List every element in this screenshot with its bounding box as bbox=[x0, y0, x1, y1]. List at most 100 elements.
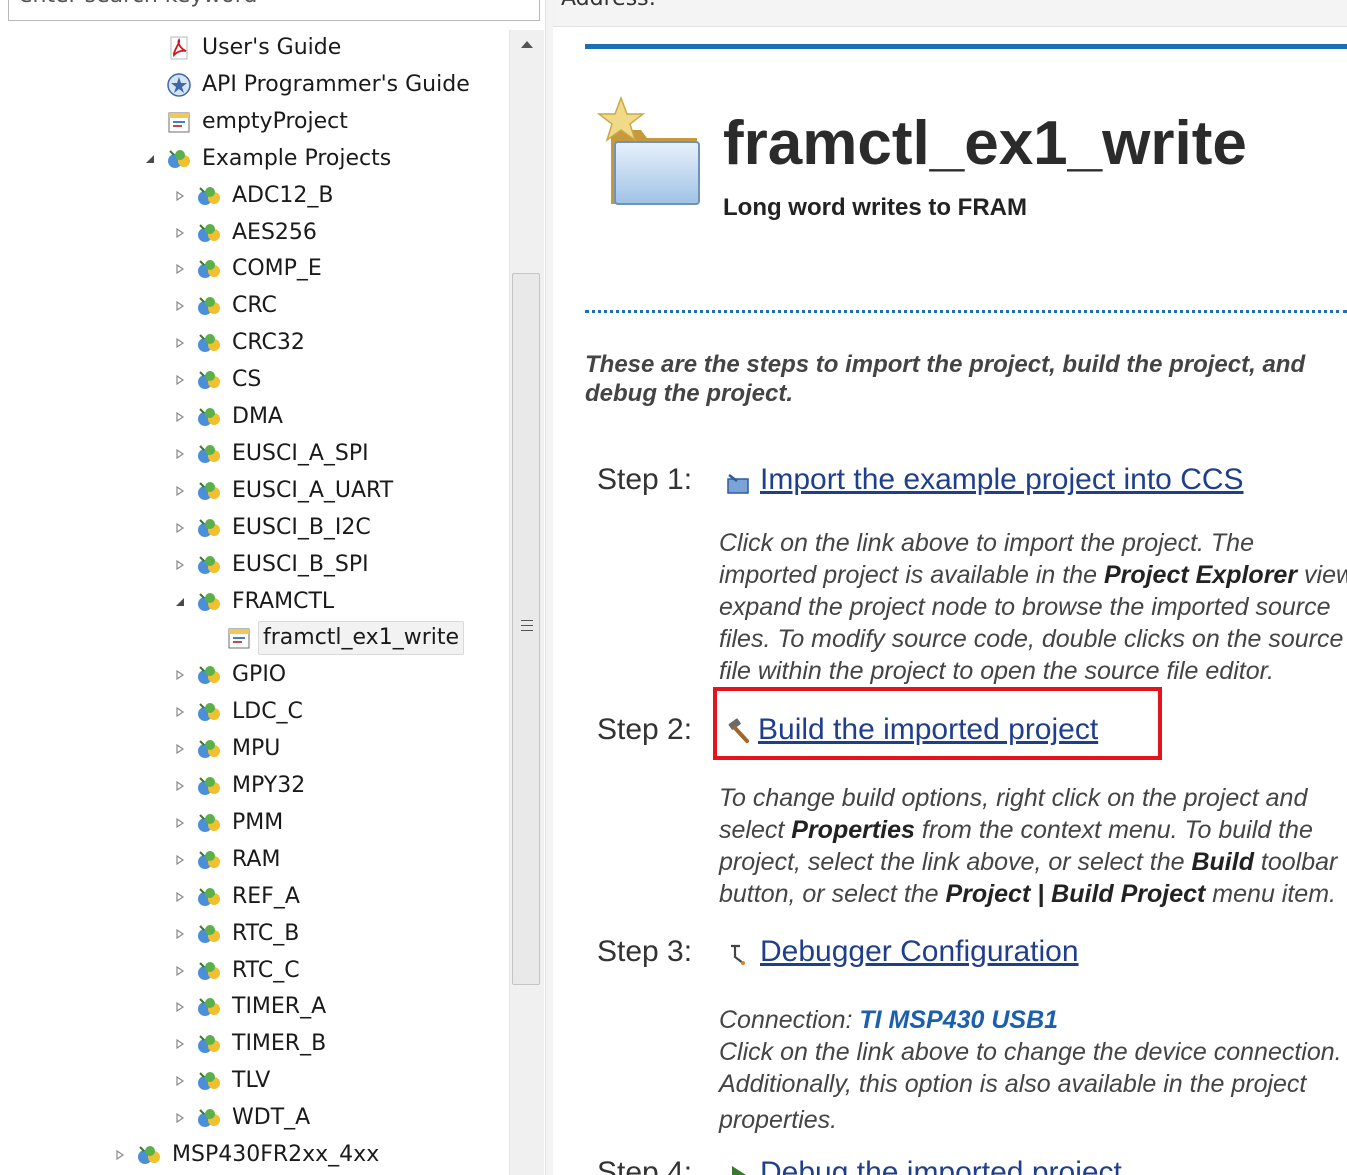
tree-item-wdt-a[interactable]: WDT_A bbox=[170, 1101, 314, 1135]
step-1-description: Click on the link above to import the pr… bbox=[719, 527, 1347, 687]
tree-item-label: TIMER_A bbox=[232, 994, 327, 1020]
tree-item-rtc-b[interactable]: RTC_B bbox=[170, 917, 303, 951]
tree-item-aes256[interactable]: AES256 bbox=[170, 216, 321, 250]
expand-arrow-icon[interactable] bbox=[170, 326, 190, 360]
expand-arrow-icon[interactable] bbox=[170, 806, 190, 840]
example-content-panel: Address: framctl_ex1_write Long word wri… bbox=[553, 0, 1347, 1175]
tree-item-crc32[interactable]: CRC32 bbox=[170, 326, 309, 360]
tree-item-timer-b[interactable]: TIMER_B bbox=[170, 1027, 330, 1061]
tree-item-ref-a[interactable]: REF_A bbox=[170, 880, 304, 914]
expand-arrow-icon[interactable] bbox=[170, 548, 190, 582]
tree-item-eusci-b-i2c[interactable]: EUSCI_B_I2C bbox=[170, 511, 375, 545]
tree-item-pmm[interactable]: PMM bbox=[170, 806, 287, 840]
tree-item-crc[interactable]: CRC bbox=[170, 289, 281, 323]
page-title: framctl_ex1_write bbox=[723, 109, 1247, 178]
debugger-configuration-link[interactable]: Debugger Configuration bbox=[760, 935, 1079, 969]
expand-arrow-icon[interactable] bbox=[170, 954, 190, 988]
debug-project-link[interactable]: Debug the imported project bbox=[760, 1156, 1122, 1175]
tree-item-comp-e[interactable]: COMP_E bbox=[170, 252, 326, 286]
expand-arrow-icon[interactable] bbox=[170, 1064, 190, 1098]
tree-item-label: RTC_B bbox=[232, 920, 300, 946]
debug-icon bbox=[732, 1166, 746, 1175]
tree-item-gpio[interactable]: GPIO bbox=[170, 658, 290, 692]
expand-arrow-icon[interactable] bbox=[170, 917, 190, 951]
tree-item-eusci-b-spi[interactable]: EUSCI_B_SPI bbox=[170, 548, 373, 582]
expand-arrow-icon[interactable] bbox=[170, 990, 190, 1024]
example-folder-icon bbox=[196, 256, 222, 282]
expand-arrow-icon[interactable] bbox=[170, 437, 190, 471]
step-3-line-4: properties. bbox=[719, 1106, 838, 1134]
tree-item-user-s-guide[interactable]: User's Guide bbox=[140, 31, 345, 65]
expand-arrow-icon[interactable] bbox=[170, 843, 190, 877]
tree-item-cs[interactable]: CS bbox=[170, 363, 265, 397]
search-input[interactable]: enter search keyword bbox=[8, 0, 540, 21]
step-1-line-2a: imported project is available in the bbox=[719, 561, 1104, 589]
tree-item-dma[interactable]: DMA bbox=[170, 400, 287, 434]
vertical-scrollbar[interactable] bbox=[509, 30, 544, 1175]
example-folder-icon bbox=[196, 552, 222, 578]
step-1-line-3: expand the project node to browse the im… bbox=[719, 593, 1331, 621]
tree-item-mpy32[interactable]: MPY32 bbox=[170, 769, 309, 803]
collapse-arrow-icon[interactable] bbox=[170, 585, 190, 619]
step-3-label: Step 3: bbox=[597, 935, 693, 968]
step-2-line-1: To change build options, right click on … bbox=[719, 784, 1308, 812]
tree-item-msp430fr2xx-4xx[interactable]: MSP430FR2xx_4xx bbox=[110, 1138, 383, 1172]
header-rule bbox=[585, 44, 1347, 49]
expand-arrow-icon[interactable] bbox=[170, 216, 190, 250]
tree-item-timer-a[interactable]: TIMER_A bbox=[170, 990, 330, 1024]
project-icon bbox=[226, 625, 252, 651]
page-subtitle: Long word writes to FRAM bbox=[723, 194, 1027, 221]
step-2-line-3: project, select the link above, or selec… bbox=[719, 846, 1347, 878]
tree-item-eusci-a-uart[interactable]: EUSCI_A_UART bbox=[170, 474, 397, 508]
example-folder-icon bbox=[196, 958, 222, 984]
expand-arrow-icon[interactable] bbox=[110, 1138, 130, 1172]
expand-arrow-icon[interactable] bbox=[170, 179, 190, 213]
tree-item-rtc-c[interactable]: RTC_C bbox=[170, 954, 304, 988]
example-folder-icon bbox=[166, 146, 192, 172]
example-folder-icon bbox=[196, 220, 222, 246]
import-project-link[interactable]: Import the example project into CCS bbox=[760, 463, 1244, 497]
expand-arrow-icon[interactable] bbox=[170, 695, 190, 729]
tree-item-ram[interactable]: RAM bbox=[170, 843, 284, 877]
tree-item-emptyproject[interactable]: emptyProject bbox=[140, 105, 352, 139]
step-2-line-4a: button, or select the bbox=[719, 880, 946, 908]
step-2-line-3c: toolbar bbox=[1253, 848, 1338, 876]
tree-item-example-projects[interactable]: Example Projects bbox=[140, 142, 395, 176]
tree-item-ldc-c[interactable]: LDC_C bbox=[170, 695, 307, 729]
intro-text: These are the steps to import the projec… bbox=[585, 351, 1306, 407]
scroll-up-arrow-icon[interactable] bbox=[518, 36, 536, 54]
expand-arrow-icon[interactable] bbox=[170, 511, 190, 545]
tree-item-framctl[interactable]: FRAMCTL bbox=[170, 585, 338, 619]
tree-item-label: emptyProject bbox=[202, 108, 348, 134]
expand-arrow-icon[interactable] bbox=[170, 474, 190, 508]
step-2-description: To change build options, right click on … bbox=[719, 782, 1347, 910]
tree-item-label: User's Guide bbox=[202, 35, 342, 60]
tree-item-eusci-a-spi[interactable]: EUSCI_A_SPI bbox=[170, 437, 373, 471]
pdf-icon bbox=[166, 35, 192, 61]
tree-item-tlv[interactable]: TLV bbox=[170, 1064, 274, 1098]
expand-arrow-icon[interactable] bbox=[170, 1101, 190, 1135]
example-folder-icon bbox=[196, 736, 222, 762]
expand-arrow-icon[interactable] bbox=[170, 658, 190, 692]
expand-arrow-icon[interactable] bbox=[170, 1027, 190, 1061]
expand-arrow-icon[interactable] bbox=[170, 880, 190, 914]
tree-item-label: MPU bbox=[232, 736, 281, 762]
step-2-line-2c: from the context menu. To build the bbox=[914, 816, 1313, 844]
tree-item-framctl-ex1-write[interactable]: framctl_ex1_write bbox=[200, 621, 465, 656]
collapse-arrow-icon[interactable] bbox=[140, 142, 160, 176]
expand-arrow-icon[interactable] bbox=[170, 732, 190, 766]
expand-arrow-icon[interactable] bbox=[170, 289, 190, 323]
expand-arrow-icon[interactable] bbox=[170, 400, 190, 434]
project-tree-panel: enter search keyword User's Guide API Pro… bbox=[0, 0, 545, 1175]
expand-arrow-icon[interactable] bbox=[170, 252, 190, 286]
tree-item-adc12-b[interactable]: ADC12_B bbox=[170, 179, 337, 213]
tree-item-mpu[interactable]: MPU bbox=[170, 732, 284, 766]
example-folder-icon bbox=[196, 1068, 222, 1094]
tree-item-api-programmer-s-guide[interactable]: API Programmer's Guide bbox=[140, 68, 474, 102]
expand-arrow-icon[interactable] bbox=[170, 363, 190, 397]
step-2-label: Step 2: bbox=[597, 713, 693, 746]
highlight-box bbox=[713, 687, 1162, 760]
properties-term: Properties bbox=[791, 816, 915, 844]
expand-arrow-icon[interactable] bbox=[170, 769, 190, 803]
scrollbar-thumb[interactable] bbox=[512, 273, 540, 985]
